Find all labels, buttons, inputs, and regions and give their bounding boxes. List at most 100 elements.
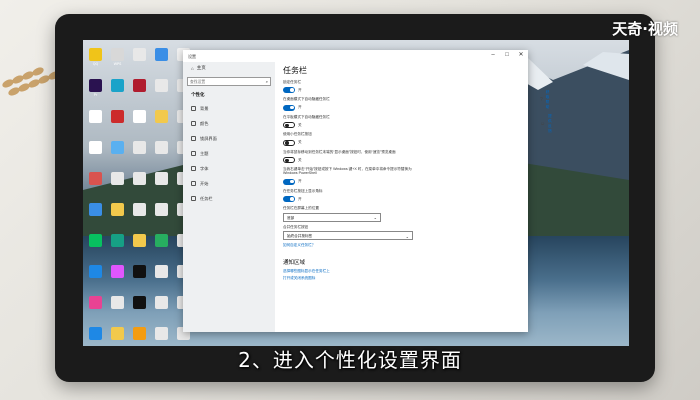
desktop-icon[interactable] bbox=[85, 296, 106, 323]
toggle-setting-label: 使用小任务栏按钮 bbox=[283, 132, 312, 137]
sidebar-item-colors[interactable]: 颜色 bbox=[183, 116, 275, 131]
app-icon bbox=[89, 327, 102, 340]
window-title: 设置 bbox=[188, 54, 196, 59]
toggle-setting-label: 当我右键单击“开始”按钮或按下 Windows 键+X 时，在菜单中将命令提示符… bbox=[283, 167, 412, 176]
desktop-icon[interactable] bbox=[107, 296, 128, 323]
desktop-icon[interactable] bbox=[129, 48, 150, 75]
desktop-icon[interactable] bbox=[151, 203, 172, 230]
settings-window: 设置 – □ ✕ ⌂ 主页 查找设置 ⌕ 个性化 背景 颜色 锁屏界面 主题 字… bbox=[183, 50, 552, 332]
desktop-icon[interactable] bbox=[85, 110, 106, 137]
app-icon bbox=[111, 327, 124, 340]
toggle-switch[interactable] bbox=[283, 157, 295, 164]
toggle-setting: 当我右键单击“开始”按钮或按下 Windows 键+X 时，在菜单中将命令提示符… bbox=[283, 167, 520, 186]
app-icon bbox=[133, 141, 146, 154]
desktop-icon[interactable] bbox=[129, 296, 150, 323]
desktop-icon[interactable] bbox=[107, 203, 128, 230]
desktop-icon-label: QQ bbox=[92, 62, 99, 66]
app-icon bbox=[89, 79, 102, 92]
sidebar-item-themes[interactable]: 主题 bbox=[183, 146, 275, 161]
taskbar-position-dropdown[interactable]: 底部 ⌄ bbox=[283, 212, 381, 222]
app-icon bbox=[133, 327, 146, 340]
desktop-icon[interactable] bbox=[129, 234, 150, 261]
toggle-knob bbox=[285, 123, 289, 128]
desktop-icon[interactable]: QQ bbox=[85, 48, 106, 75]
app-icon bbox=[111, 203, 124, 216]
close-button[interactable]: ✕ bbox=[514, 50, 528, 61]
app-icon bbox=[133, 110, 146, 123]
desktop-icon[interactable] bbox=[129, 203, 150, 230]
sidebar-item-taskbar[interactable]: 任务栏 bbox=[183, 191, 275, 206]
toggle-switch[interactable] bbox=[283, 104, 295, 111]
desktop-icon[interactable] bbox=[129, 265, 150, 292]
system-icons-link[interactable]: 打开或关闭系统图标 bbox=[283, 276, 520, 281]
toggle-switch[interactable] bbox=[283, 139, 295, 146]
app-icon bbox=[155, 172, 168, 185]
app-icon bbox=[89, 234, 102, 247]
customize-taskbar-link[interactable]: 如何自定义任务栏？ bbox=[283, 243, 520, 248]
app-icon bbox=[155, 110, 168, 123]
toggle-setting: 当你将鼠标移动到任务栏末端的“显示桌面”按钮时，使用“速览”预览桌面关 bbox=[283, 150, 520, 164]
taskbar-icon bbox=[191, 196, 196, 201]
window-controls: – □ ✕ bbox=[486, 50, 528, 61]
app-icon bbox=[133, 172, 146, 185]
notification-area-title: 通知区域 bbox=[283, 260, 306, 267]
app-icon bbox=[133, 265, 146, 278]
feedback-icon: ☺ bbox=[540, 121, 546, 127]
desktop-icon[interactable] bbox=[85, 265, 106, 292]
desktop-icon[interactable] bbox=[151, 296, 172, 323]
app-icon bbox=[155, 296, 168, 309]
desktop-icon[interactable] bbox=[107, 141, 128, 168]
desktop-icon[interactable] bbox=[107, 79, 128, 106]
sidebar-item-fonts[interactable]: 字体 bbox=[183, 161, 275, 176]
desktop-icon[interactable] bbox=[107, 172, 128, 199]
desktop-icon[interactable] bbox=[107, 110, 128, 137]
select-icons-link[interactable]: 选择哪些图标显示在任务栏上 bbox=[283, 269, 520, 274]
sidebar-item-background[interactable]: 背景 bbox=[183, 101, 275, 116]
help-icon: ? bbox=[540, 97, 543, 103]
sidebar-item-lockscreen[interactable]: 锁屏界面 bbox=[183, 131, 275, 146]
get-help-link[interactable]: ? 获取帮助 bbox=[540, 90, 552, 110]
app-icon bbox=[89, 48, 102, 61]
toggle-setting-label: 在桌面模式下自动隐藏任务栏 bbox=[283, 97, 330, 102]
desktop-icon[interactable] bbox=[151, 265, 172, 292]
desktop-icon[interactable] bbox=[151, 79, 172, 106]
combine-buttons-dropdown[interactable]: 始终合并按标签 ⌄ bbox=[283, 231, 413, 241]
toggle-knob bbox=[290, 197, 294, 201]
feedback-link[interactable]: ☺ 提供反馈 bbox=[540, 114, 552, 134]
desktop-icon[interactable] bbox=[151, 172, 172, 199]
desktop-icon[interactable] bbox=[151, 141, 172, 168]
app-icon bbox=[155, 48, 168, 61]
toggle-switch[interactable] bbox=[283, 178, 295, 185]
help-panel: ? 获取帮助 ☺ 提供反馈 bbox=[540, 90, 552, 138]
desktop-icon[interactable] bbox=[129, 141, 150, 168]
toggle-state-label: 开 bbox=[298, 87, 302, 92]
maximize-button[interactable]: □ bbox=[500, 50, 514, 61]
desktop-icon[interactable] bbox=[107, 234, 128, 261]
desktop-icon[interactable] bbox=[151, 234, 172, 261]
toggle-row: 开 bbox=[283, 86, 520, 94]
desktop-icon[interactable]: WPS bbox=[107, 48, 128, 75]
desktop-icon[interactable] bbox=[85, 234, 106, 261]
desktop-icon[interactable] bbox=[129, 110, 150, 137]
sidebar-home-label: 主页 bbox=[196, 65, 206, 70]
minimize-button[interactable]: – bbox=[486, 50, 500, 61]
desktop-icon[interactable] bbox=[129, 172, 150, 199]
toggle-switch[interactable] bbox=[283, 122, 295, 129]
toggle-switch[interactable] bbox=[283, 87, 295, 94]
desktop-icon[interactable]: Pr bbox=[85, 79, 106, 106]
sidebar-item-start[interactable]: 开始 bbox=[183, 176, 275, 191]
toggle-knob bbox=[290, 179, 294, 184]
combine-buttons-label: 合并任务栏按钮 bbox=[283, 224, 309, 229]
toggle-row: 关 bbox=[283, 139, 520, 147]
desktop-icon[interactable] bbox=[107, 265, 128, 292]
start-icon bbox=[191, 181, 196, 186]
desktop-icon[interactable] bbox=[85, 203, 106, 230]
desktop-icon[interactable] bbox=[151, 110, 172, 137]
desktop-icon[interactable] bbox=[129, 79, 150, 106]
sidebar-home[interactable]: ⌂ 主页 bbox=[183, 62, 275, 74]
toggle-switch[interactable] bbox=[283, 196, 295, 203]
desktop-icon[interactable] bbox=[85, 141, 106, 168]
settings-search-input[interactable]: 查找设置 ⌕ bbox=[187, 77, 271, 86]
desktop-icon[interactable] bbox=[151, 48, 172, 75]
desktop-icon[interactable] bbox=[85, 172, 106, 199]
